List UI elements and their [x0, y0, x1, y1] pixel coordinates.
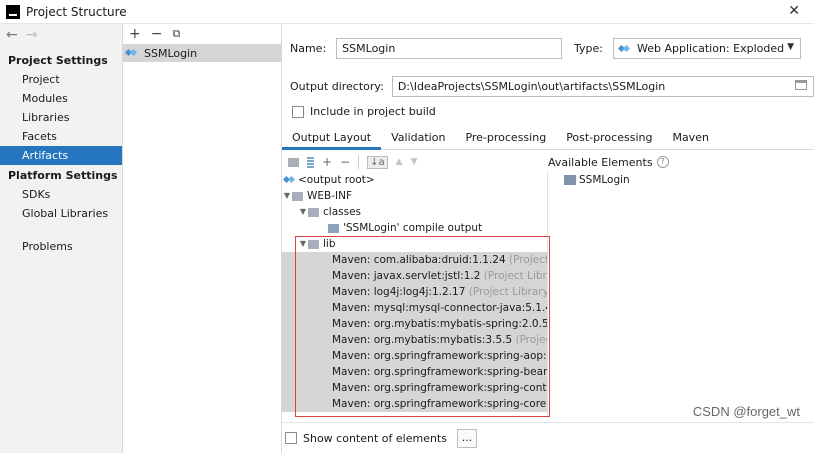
- sidebar-item-artifacts[interactable]: Artifacts: [0, 146, 122, 165]
- sidebar-item-global-libraries[interactable]: Global Libraries: [0, 204, 122, 223]
- output-directory-value: D:\IdeaProjects\SSMLogin\out\artifacts\S…: [397, 80, 666, 93]
- tab-validation[interactable]: Validation: [381, 128, 455, 150]
- folder-icon: [308, 239, 319, 249]
- output-layout-tree: <output root> ▼ WEB-INF ▼ classes 'SSMLo…: [282, 172, 548, 419]
- artifact-tabs: Output Layout Validation Pre-processing …: [282, 128, 814, 150]
- tree-node-library[interactable]: Maven: mysql:mysql-connector-java:5.1.49: [282, 300, 547, 316]
- platform-settings-header: Platform Settings: [8, 169, 118, 182]
- sidebar-item-project[interactable]: Project: [0, 70, 122, 89]
- web-artifact-icon: [126, 48, 136, 58]
- expand-arrow-icon[interactable]: ▼: [282, 188, 292, 204]
- move-down-icon[interactable]: ▼: [411, 157, 418, 167]
- artifact-item[interactable]: SSMLogin: [123, 44, 281, 62]
- sidebar-item-problems[interactable]: Problems: [0, 237, 122, 256]
- output-root-icon: [284, 175, 294, 185]
- available-elements-header: Available Elements ?: [548, 152, 669, 172]
- settings-sidebar: ← → Project Settings Project Modules Lib…: [0, 24, 123, 453]
- remove-element-icon[interactable]: −: [340, 155, 350, 169]
- artifact-list-panel: + − ⧉ SSMLogin: [123, 24, 282, 453]
- tree-node-lib[interactable]: ▼ lib: [282, 236, 547, 252]
- artifact-toolbar: + − ⧉: [123, 24, 281, 44]
- show-content-checkbox[interactable]: [285, 432, 297, 444]
- include-build-checkbox[interactable]: [292, 105, 304, 118]
- output-directory-label: Output directory:: [290, 80, 384, 93]
- tree-node-library[interactable]: Maven: org.mybatis:mybatis-spring:2.0.5 …: [282, 316, 547, 332]
- type-select-value: Web Application: Exploded: [636, 42, 785, 55]
- project-icon: [564, 175, 576, 185]
- type-label: Type:: [574, 42, 603, 55]
- sidebar-item-sdks[interactable]: SDKs: [0, 185, 122, 204]
- remove-artifact-icon[interactable]: −: [151, 26, 163, 42]
- artifact-detail-panel: Name: SSMLogin Type: Web Application: Ex…: [282, 24, 814, 453]
- toolbar-separator: [358, 155, 360, 169]
- sidebar-item-libraries[interactable]: Libraries: [0, 108, 122, 127]
- tree-node-library[interactable]: Maven: org.springframework:spring-core:5: [282, 396, 547, 412]
- tab-output-layout[interactable]: Output Layout: [282, 128, 382, 150]
- available-node-project[interactable]: SSMLogin: [564, 172, 814, 188]
- tree-node-library[interactable]: Maven: org.springframework:spring-beans: [282, 364, 547, 380]
- show-content-label: Show content of elements: [303, 431, 447, 445]
- layout-toolbar: + − ↓a ▲ ▼: [282, 152, 548, 172]
- tab-maven[interactable]: Maven: [662, 128, 718, 150]
- name-label: Name:: [290, 42, 327, 55]
- title-bar: Project Structure ✕: [0, 0, 814, 24]
- tab-post-processing[interactable]: Post-processing: [556, 128, 662, 150]
- forward-arrow-icon[interactable]: →: [26, 27, 38, 43]
- tree-node-web-inf[interactable]: ▼ WEB-INF: [282, 188, 547, 204]
- close-icon[interactable]: ✕: [788, 3, 800, 19]
- tree-node-classes[interactable]: ▼ classes: [282, 204, 547, 220]
- watermark: CSDN @forget_wt: [692, 404, 800, 419]
- tree-node-library[interactable]: Maven: org.springframework:spring-conte:: [282, 380, 547, 396]
- nav-arrows: ← →: [0, 24, 122, 46]
- project-settings-header: Project Settings: [8, 54, 108, 67]
- sidebar-item-modules[interactable]: Modules: [0, 89, 122, 108]
- help-icon[interactable]: ?: [656, 156, 669, 168]
- expand-arrow-icon[interactable]: ▼: [298, 204, 308, 220]
- window-title: Project Structure: [26, 4, 127, 19]
- tree-node-library[interactable]: Maven: javax.servlet:jstl:1.2 (Project L…: [282, 268, 547, 284]
- intellij-logo-icon: [6, 4, 20, 19]
- archive-icon[interactable]: [307, 156, 314, 168]
- available-elements-label: Available Elements: [548, 155, 653, 169]
- name-input[interactable]: SSMLogin: [336, 38, 563, 59]
- artifact-item-label: SSMLogin: [144, 46, 198, 60]
- more-options-button[interactable]: ...: [456, 428, 477, 448]
- available-elements-tree: SSMLogin: [548, 172, 814, 419]
- folder-icon: [308, 207, 319, 217]
- chevron-down-icon: ▼: [787, 42, 794, 52]
- move-up-icon[interactable]: ▲: [396, 157, 403, 167]
- add-artifact-icon[interactable]: +: [129, 26, 141, 42]
- sidebar-item-facets[interactable]: Facets: [0, 127, 122, 146]
- new-directory-icon[interactable]: [288, 157, 299, 167]
- folder-browse-icon[interactable]: [794, 80, 807, 90]
- module-output-icon: [328, 223, 339, 233]
- type-select[interactable]: Web Application: Exploded ▼: [612, 38, 801, 59]
- sort-icon[interactable]: ↓a: [367, 155, 388, 169]
- tree-node-library[interactable]: Maven: com.alibaba:druid:1.1.24 (Project…: [282, 252, 547, 268]
- tree-node-library[interactable]: Maven: org.springframework:spring-aop:5: [282, 348, 547, 364]
- tab-pre-processing[interactable]: Pre-processing: [455, 128, 556, 150]
- output-directory-input[interactable]: D:\IdeaProjects\SSMLogin\out\artifacts\S…: [391, 76, 814, 97]
- folder-icon: [292, 191, 303, 201]
- tree-node-library[interactable]: Maven: org.mybatis:mybatis:3.5.5 (Projec…: [282, 332, 547, 348]
- web-app-icon: [619, 44, 629, 54]
- expand-arrow-icon[interactable]: ▼: [298, 236, 308, 252]
- tree-node-library[interactable]: Maven: log4j:log4j:1.2.17 (Project Libra…: [282, 284, 547, 300]
- copy-artifact-icon[interactable]: ⧉: [172, 27, 180, 41]
- bottom-bar: Show content of elements ...: [282, 422, 814, 453]
- back-arrow-icon[interactable]: ←: [6, 27, 18, 43]
- tree-node-output-root[interactable]: <output root>: [282, 172, 547, 188]
- tree-node-compile-output[interactable]: 'SSMLogin' compile output: [282, 220, 547, 236]
- add-element-icon[interactable]: +: [322, 155, 332, 169]
- include-build-label: Include in project build: [310, 105, 436, 118]
